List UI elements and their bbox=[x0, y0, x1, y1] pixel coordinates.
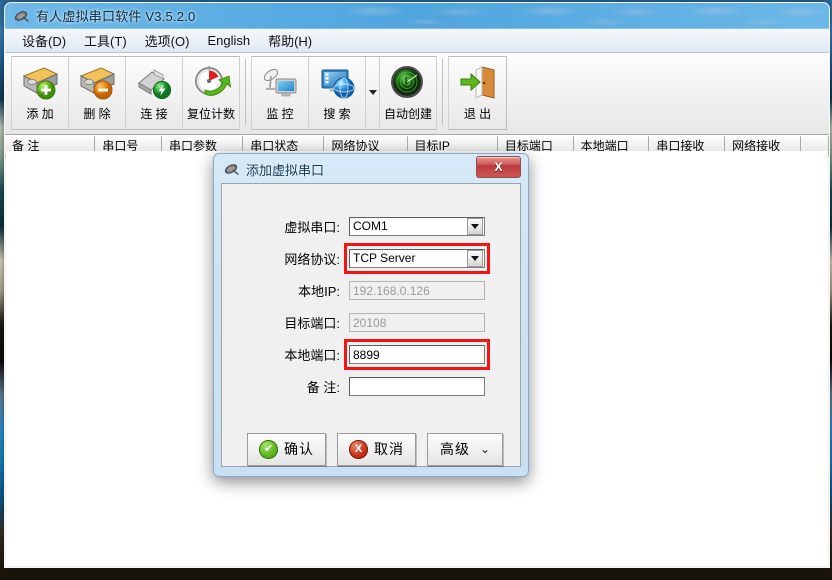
toolbar-monitor-label: 监 控 bbox=[266, 107, 294, 121]
radar-auto-create-icon bbox=[386, 61, 430, 103]
toolbar-group-net: 监 控 搜 索 自动创建 bbox=[251, 56, 437, 130]
cancel-button-label: 取消 bbox=[374, 441, 404, 457]
exit-door-icon bbox=[456, 61, 500, 103]
toolbar-separator-2 bbox=[442, 59, 443, 125]
local-ip-input: 192.168.0.126 bbox=[349, 280, 485, 300]
dialog-title-bar: 添加虚拟串口 X bbox=[214, 154, 528, 183]
toolbar-delete[interactable]: 删 除 bbox=[69, 57, 126, 127]
toolbar: 添 加 删 除 连 接 复位计数 监 控 搜 索 自动创建 退 出 bbox=[5, 53, 829, 135]
toolbar-connect[interactable]: 连 接 bbox=[126, 57, 183, 127]
control-network-protocol: TCP Server bbox=[344, 242, 490, 274]
x-glyph: X bbox=[354, 442, 363, 455]
network-plug-connect-icon bbox=[132, 61, 176, 103]
field-row-local-port: 本地端口: 8899 bbox=[222, 338, 520, 370]
monitor-satellite-icon bbox=[258, 61, 302, 103]
toolbar-group-port: 添 加 删 除 连 接 复位计数 bbox=[11, 56, 240, 130]
close-icon[interactable]: X bbox=[476, 156, 521, 178]
virtual-serial-port-combo[interactable]: COM1 bbox=[349, 216, 485, 236]
toolbar-group-exit: 退 出 bbox=[448, 56, 507, 130]
satellite-dish-icon bbox=[14, 11, 29, 23]
reset-counter-gauge-icon bbox=[189, 61, 233, 103]
confirm-button-label: 确认 bbox=[284, 441, 314, 457]
target-port-input: 20108 bbox=[349, 312, 485, 332]
menu-help[interactable]: 帮助(H) bbox=[259, 29, 321, 52]
field-row-remark: 备 注: bbox=[222, 373, 520, 399]
label-network-protocol: 网络协议: bbox=[284, 251, 340, 267]
label-virtual-serial-port: 虚拟串口: bbox=[284, 219, 340, 235]
check-glyph: ✔ bbox=[263, 442, 274, 455]
serial-port-remove-icon bbox=[75, 61, 119, 103]
dialog-body: 虚拟串口: COM1 网络协议: TCP Server 本地IP: 192.16… bbox=[221, 183, 521, 467]
control-target-port: 20108 bbox=[349, 312, 485, 332]
toolbar-delete-label: 删 除 bbox=[83, 107, 111, 121]
satellite-dish-icon bbox=[224, 164, 239, 176]
check-circle-icon: ✔ bbox=[259, 439, 278, 459]
add-virtual-port-dialog: 添加虚拟串口 X 虚拟串口: COM1 网络协议: TCP Server 本地I… bbox=[213, 153, 529, 477]
control-virtual-serial-port: COM1 bbox=[349, 216, 485, 236]
network-protocol-combo[interactable]: TCP Server bbox=[349, 248, 485, 268]
field-row-virtual-serial-port: 虚拟串口: COM1 bbox=[222, 213, 520, 239]
control-local-port: 8899 bbox=[344, 338, 490, 370]
chevron-down-icon[interactable] bbox=[467, 249, 483, 267]
menu-options[interactable]: 选项(O) bbox=[136, 29, 199, 52]
network-protocol-value: TCP Server bbox=[353, 251, 416, 265]
toolbar-separator-1 bbox=[245, 59, 246, 125]
chevron-down-icon[interactable] bbox=[467, 217, 483, 235]
chevron-double-down-icon: ⌄ bbox=[479, 442, 491, 456]
field-row-target-port: 目标端口: 20108 bbox=[222, 309, 520, 335]
menu-english[interactable]: English bbox=[198, 31, 259, 50]
dialog-title: 添加虚拟串口 bbox=[246, 163, 325, 178]
toolbar-search-label: 搜 索 bbox=[323, 107, 351, 121]
window-title: 有人虚拟串口软件 V3.5.2.0 bbox=[36, 9, 196, 24]
confirm-button[interactable]: ✔ 确认 bbox=[247, 432, 326, 466]
label-target-port: 目标端口: bbox=[284, 315, 340, 331]
control-remark bbox=[349, 376, 485, 396]
menu-device[interactable]: 设备(D) bbox=[13, 29, 75, 52]
toolbar-search[interactable]: 搜 索 bbox=[309, 57, 366, 127]
toolbar-monitor[interactable]: 监 控 bbox=[252, 57, 309, 127]
menu-tools[interactable]: 工具(T) bbox=[75, 29, 136, 52]
label-remark: 备 注: bbox=[306, 379, 340, 395]
advanced-button[interactable]: 高级 ⌄ bbox=[427, 432, 503, 466]
serial-port-add-icon bbox=[18, 61, 62, 103]
network-search-icon bbox=[315, 61, 359, 103]
toolbar-reset-counter-label: 复位计数 bbox=[186, 107, 235, 121]
menu-bar: 设备(D) 工具(T) 选项(O) English 帮助(H) bbox=[5, 29, 829, 53]
cancel-button[interactable]: X 取消 bbox=[337, 432, 416, 466]
toolbar-connect-label: 连 接 bbox=[140, 107, 168, 121]
close-label: X bbox=[494, 160, 503, 174]
field-row-local-ip: 本地IP: 192.168.0.126 bbox=[222, 277, 520, 303]
chevron-down-icon[interactable] bbox=[366, 57, 380, 127]
toolbar-auto-create[interactable]: 自动创建 bbox=[380, 57, 437, 127]
label-local-port: 本地端口: bbox=[284, 347, 340, 363]
remark-input[interactable] bbox=[349, 376, 485, 396]
toolbar-auto-create-label: 自动创建 bbox=[383, 107, 432, 121]
x-circle-icon: X bbox=[349, 439, 368, 459]
window-title-bar: 有人虚拟串口软件 V3.5.2.0 bbox=[5, 3, 829, 29]
toolbar-add-label: 添 加 bbox=[26, 107, 54, 121]
toolbar-add[interactable]: 添 加 bbox=[12, 57, 69, 127]
local-port-input[interactable]: 8899 bbox=[349, 344, 485, 364]
toolbar-exit[interactable]: 退 出 bbox=[449, 57, 506, 127]
virtual-serial-port-value: COM1 bbox=[353, 219, 388, 233]
field-row-network-protocol: 网络协议: TCP Server bbox=[222, 242, 520, 274]
dialog-button-bar: ✔ 确认 X 取消 高级 ⌄ bbox=[222, 430, 520, 468]
advanced-button-label: 高级 bbox=[439, 441, 470, 457]
control-local-ip: 192.168.0.126 bbox=[349, 280, 485, 300]
label-local-ip: 本地IP: bbox=[298, 283, 340, 299]
toolbar-exit-label: 退 出 bbox=[463, 107, 492, 121]
toolbar-reset-counter[interactable]: 复位计数 bbox=[183, 57, 240, 127]
